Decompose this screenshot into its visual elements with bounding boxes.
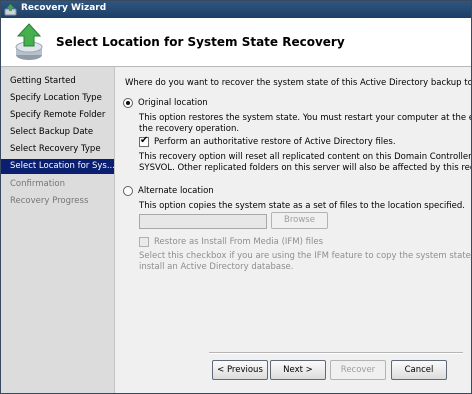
ifm-checkbox[interactable] (139, 237, 149, 247)
previous-button[interactable]: < Previous (212, 360, 268, 380)
alternate-location-description: This option copies the system state as a… (139, 201, 465, 211)
step-select-backup-date[interactable]: Select Backup Date (1, 125, 114, 140)
wizard-content: Where do you want to recover the system … (115, 67, 471, 393)
window-title: Recovery Wizard (21, 3, 107, 13)
radio-selected-dot (126, 101, 130, 105)
replication-warning-1: This recovery option will reset all repl… (139, 152, 472, 162)
ifm-label[interactable]: Restore as Install From Media (IFM) file… (154, 237, 323, 248)
alternate-location-label[interactable]: Alternate location (138, 186, 214, 197)
step-select-location[interactable]: Select Location for Sys... (1, 159, 115, 174)
alternate-location-radio[interactable] (123, 186, 133, 196)
cancel-button[interactable]: Cancel (391, 360, 447, 380)
alternate-path-input[interactable] (139, 214, 267, 229)
ifm-description-1: Select this checkbox if you are using th… (139, 251, 472, 261)
title-bar[interactable]: Recovery Wizard (1, 1, 471, 18)
checkmark-icon: ✔ (140, 135, 149, 146)
step-recovery-progress: Recovery Progress (10, 196, 89, 206)
authoritative-restore-checkbox[interactable]: ✔ (139, 135, 149, 147)
wizard-header: Select Location for System State Recover… (1, 18, 471, 67)
backup-app-icon (4, 4, 17, 16)
recover-location-question: Where do you want to recover the system … (125, 78, 472, 88)
step-confirmation: Confirmation (10, 179, 65, 189)
page-title: Select Location for System State Recover… (56, 35, 345, 49)
original-location-description-2: the recovery operation. (139, 124, 240, 134)
browse-button[interactable]: Browse (271, 212, 328, 229)
original-location-label[interactable]: Original location (138, 98, 208, 109)
replication-warning-2: SYSVOL. Other replicated folders on this… (139, 163, 472, 173)
recover-button[interactable]: Recover (330, 360, 386, 380)
original-location-radio[interactable] (123, 98, 133, 108)
wizard-steps-sidebar: Getting Started Specify Location Type Sp… (1, 67, 115, 393)
recovery-wizard-icon (15, 23, 43, 60)
original-location-description-1: This option restores the system state. Y… (139, 113, 472, 123)
step-select-recovery-type[interactable]: Select Recovery Type (1, 142, 114, 157)
recovery-wizard-window: Recovery Wizard Select Location for Syst… (0, 0, 472, 394)
footer-divider (209, 352, 463, 354)
authoritative-restore-label[interactable]: Perform an authoritative restore of Acti… (154, 137, 396, 148)
step-specify-remote-folder[interactable]: Specify Remote Folder (1, 108, 114, 123)
next-button[interactable]: Next > (270, 360, 326, 380)
step-specify-location-type[interactable]: Specify Location Type (1, 91, 114, 106)
ifm-description-2: install an Active Directory database. (139, 262, 294, 272)
step-getting-started[interactable]: Getting Started (1, 74, 114, 89)
